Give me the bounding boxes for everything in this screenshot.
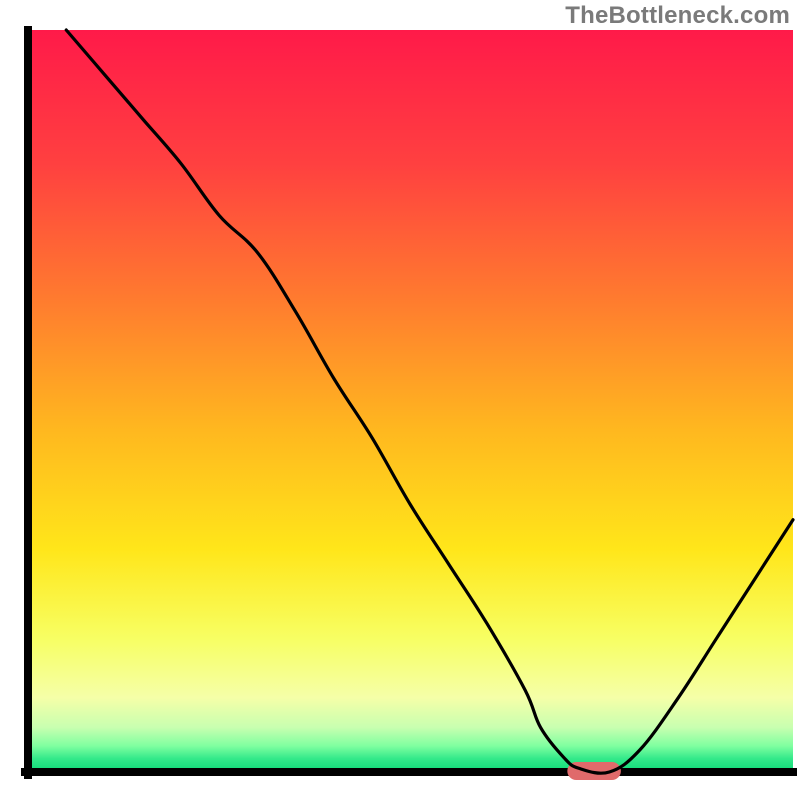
gradient-background	[28, 30, 793, 772]
chart-frame: TheBottleneck.com	[0, 0, 800, 800]
bottleneck-chart	[0, 0, 800, 800]
